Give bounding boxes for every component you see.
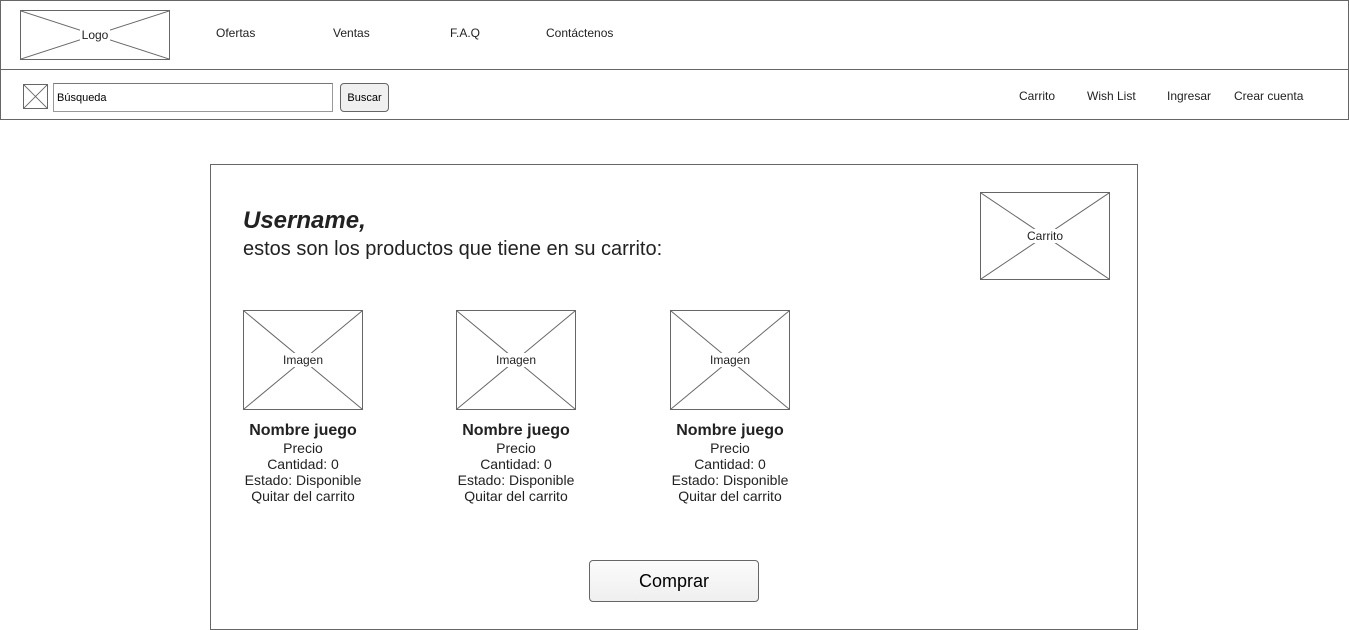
product-name: Nombre juego — [249, 422, 357, 439]
product-price: Precio — [496, 440, 536, 456]
logo-label: Logo — [79, 28, 111, 42]
buy-button[interactable]: Comprar — [589, 560, 759, 602]
placeholder-x-icon — [24, 85, 47, 108]
nav-ofertas[interactable]: Ofertas — [216, 26, 255, 40]
nav-contactenos[interactable]: Contáctenos — [546, 26, 613, 40]
product-image-label: Imagen — [493, 353, 539, 367]
product-name: Nombre juego — [462, 422, 570, 439]
product-info: Nombre juego Precio Cantidad: 0 Estado: … — [436, 422, 596, 504]
product-quantity: Cantidad: 0 — [694, 456, 766, 472]
product-image[interactable]: Imagen — [670, 310, 790, 410]
product-price: Precio — [710, 440, 750, 456]
product-image[interactable]: Imagen — [456, 310, 576, 410]
top-header — [0, 0, 1349, 70]
product-image[interactable]: Imagen — [243, 310, 363, 410]
remove-from-cart-link[interactable]: Quitar del carrito — [436, 488, 596, 504]
nav-faq[interactable]: F.A.Q — [450, 26, 480, 40]
username-heading: Username, — [243, 207, 366, 234]
link-wish-list[interactable]: Wish List — [1087, 89, 1136, 103]
logo[interactable]: Logo — [20, 10, 170, 60]
product-status: Estado: Disponible — [244, 472, 362, 488]
link-carrito[interactable]: Carrito — [1019, 89, 1055, 103]
link-ingresar[interactable]: Ingresar — [1167, 89, 1211, 103]
cart-image: Carrito — [980, 192, 1110, 280]
nav-ventas[interactable]: Ventas — [333, 26, 370, 40]
product-image-label: Imagen — [707, 353, 753, 367]
link-crear-cuenta[interactable]: Crear cuenta — [1234, 89, 1303, 103]
remove-from-cart-link[interactable]: Quitar del carrito — [223, 488, 383, 504]
product-quantity: Cantidad: 0 — [267, 456, 339, 472]
product-info: Nombre juego Precio Cantidad: 0 Estado: … — [650, 422, 810, 504]
product-price: Precio — [283, 440, 323, 456]
product-status: Estado: Disponible — [671, 472, 789, 488]
product-name: Nombre juego — [676, 422, 784, 439]
product-status: Estado: Disponible — [457, 472, 575, 488]
product-info: Nombre juego Precio Cantidad: 0 Estado: … — [223, 422, 383, 504]
cart-image-label: Carrito — [1024, 229, 1065, 243]
search-button[interactable]: Buscar — [340, 83, 389, 112]
search-input[interactable] — [53, 83, 333, 112]
cart-subtitle: estos son los productos que tiene en su … — [243, 238, 663, 260]
remove-from-cart-link[interactable]: Quitar del carrito — [650, 488, 810, 504]
product-image-label: Imagen — [280, 353, 326, 367]
search-icon[interactable] — [23, 84, 48, 109]
product-quantity: Cantidad: 0 — [480, 456, 552, 472]
